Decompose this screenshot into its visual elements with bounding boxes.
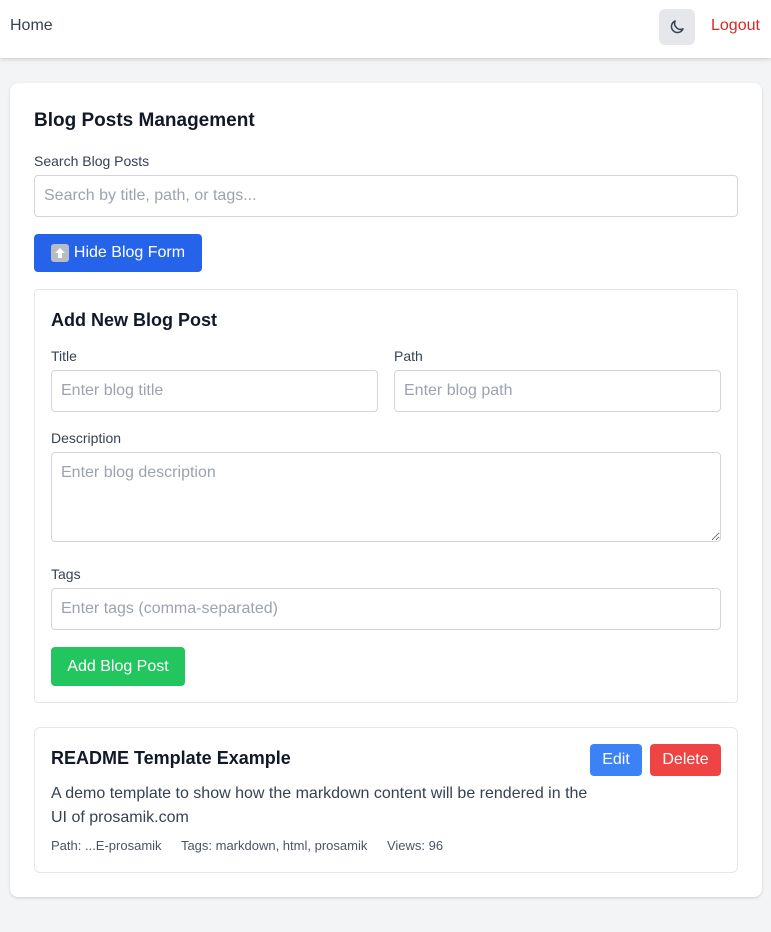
post-meta: Path: ...E-prosamik Tags: markdown, html…: [51, 838, 459, 853]
hide-blog-form-button[interactable]: Hide Blog Form: [34, 234, 202, 272]
add-blog-post-button[interactable]: Add Blog Post: [51, 647, 185, 686]
post-path: Path: ...E-prosamik: [51, 838, 162, 853]
moon-icon: [670, 20, 684, 34]
post-title: README Template Example: [51, 748, 291, 768]
description-label: Description: [51, 430, 122, 446]
delete-button[interactable]: Delete: [650, 744, 721, 776]
hide-blog-form-label: Hide Blog Form: [73, 244, 186, 261]
search-label: Search Blog Posts: [34, 153, 150, 169]
post-description: A demo template to show how the markdown…: [51, 785, 588, 826]
page-title: Blog Posts Management: [34, 110, 255, 131]
post-tags: Tags: markdown, html, prosamik: [180, 838, 368, 853]
edit-button[interactable]: Edit: [590, 744, 642, 776]
path-input[interactable]: [394, 370, 721, 412]
up-arrow-icon: [50, 244, 69, 262]
blog-post-item: README Template Example A demo template …: [34, 727, 738, 873]
path-label: Path: [394, 348, 423, 364]
title-input[interactable]: [51, 370, 378, 412]
logout-link[interactable]: Logout: [711, 17, 760, 35]
post-views: Views: 96: [386, 838, 444, 853]
top-navbar: Home Logout: [0, 0, 771, 58]
theme-toggle-button[interactable]: [659, 9, 695, 45]
nav-home-link[interactable]: Home: [10, 17, 53, 35]
search-input[interactable]: [34, 175, 738, 217]
add-blog-form: Add New Blog Post Title Path Description…: [34, 289, 738, 703]
blog-management-card: Blog Posts Management Search Blog Posts …: [10, 83, 762, 897]
title-label: Title: [51, 348, 77, 364]
description-textarea[interactable]: [51, 452, 721, 542]
form-title: Add New Blog Post: [51, 310, 217, 330]
tags-input[interactable]: [51, 588, 721, 630]
tags-label: Tags: [51, 566, 81, 582]
